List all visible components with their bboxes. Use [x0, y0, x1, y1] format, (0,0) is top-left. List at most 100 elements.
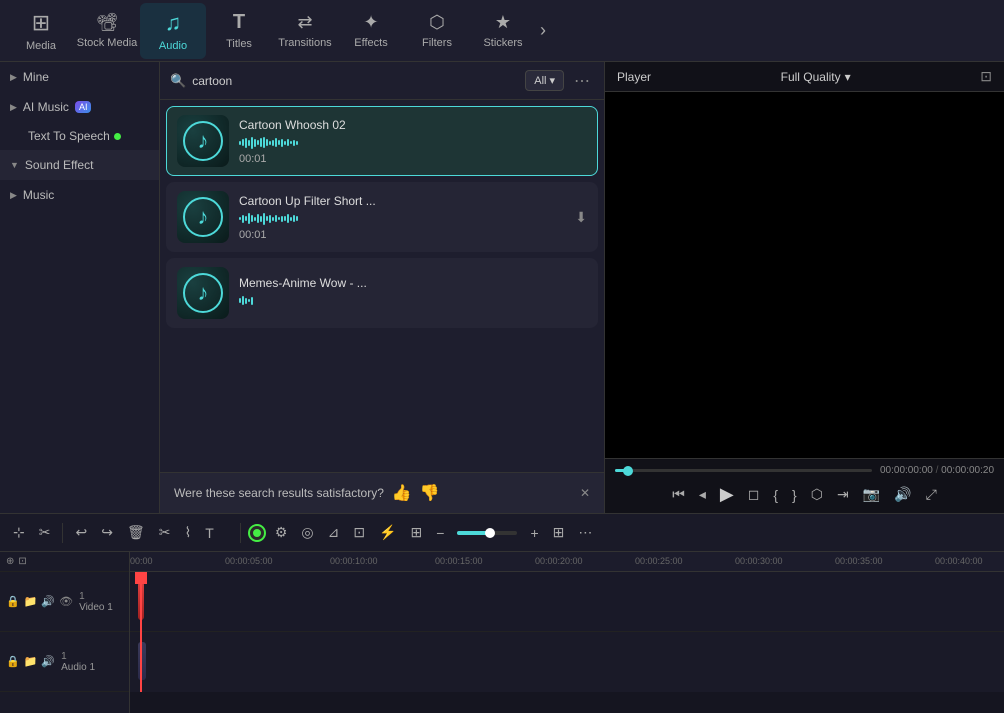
- step-back-button[interactable]: ⏮: [668, 484, 689, 505]
- toolbar-titles[interactable]: T Titles: [206, 3, 272, 59]
- toolbar-stock-media[interactable]: 📽 Stock Media: [74, 3, 140, 59]
- play-button[interactable]: ▶: [716, 482, 738, 507]
- audio-item-cartoon-whoosh[interactable]: Cartoon Whoosh 02 00:01: [166, 106, 598, 176]
- audio-track-label-row: 🔒 📁 🔊 1 Audio 1: [0, 632, 129, 692]
- video-audio-icon[interactable]: 🔊: [41, 595, 55, 608]
- cut-button[interactable]: ✂: [154, 522, 176, 543]
- sidebar-item-ai-music[interactable]: ▶ AI Music AI: [0, 92, 159, 122]
- text-tool-button[interactable]: T: [200, 523, 219, 543]
- timeline-ruler: 00:00 00:00:05:00 00:00:10:00 00:00:15:0…: [130, 552, 1004, 572]
- player-expand-icon[interactable]: ⊡: [980, 68, 992, 85]
- timeline-scrubber[interactable]: [623, 466, 633, 476]
- audio-item-cartoon-up-filter[interactable]: Cartoon Up Filter Short ... 00:01: [166, 182, 598, 252]
- forward-button[interactable]: [223, 531, 233, 535]
- snapshot-button[interactable]: 📷: [859, 484, 884, 505]
- ruler-mark-6: 00:00:30:00: [735, 556, 783, 566]
- sidebar-item-text-to-speech[interactable]: Text To Speech: [0, 122, 159, 150]
- audio-info-1: Cartoon Whoosh 02 00:01: [239, 118, 587, 165]
- speed-button[interactable]: ⚡: [374, 522, 401, 543]
- mark-out-button[interactable]: }: [788, 485, 801, 505]
- audio-waveform-3: [239, 294, 587, 308]
- zoom-in-button[interactable]: +: [525, 523, 543, 543]
- ruler-mark-1: 00:00:05:00: [225, 556, 273, 566]
- toolbar-effects[interactable]: ✦ Effects: [338, 3, 404, 59]
- fullscreen-button[interactable]: ⤢: [922, 484, 941, 505]
- thumbs-up-button[interactable]: 👍: [392, 483, 412, 503]
- more-options-button[interactable]: ⋯: [570, 71, 594, 91]
- quality-select[interactable]: Full Quality ▾: [781, 70, 851, 84]
- timeline-tracks[interactable]: 00:00 00:00:05:00 00:00:10:00 00:00:15:0…: [130, 552, 1004, 713]
- filters-icon: ⬡: [429, 12, 445, 33]
- thumb-ring-1: [183, 121, 223, 161]
- stop-button[interactable]: ◻: [744, 484, 764, 505]
- video-track-num: 1: [79, 591, 113, 602]
- zoom-slider[interactable]: [457, 531, 517, 535]
- record-icon: [253, 529, 261, 537]
- more-timeline-button[interactable]: ⋯: [573, 522, 597, 543]
- frame-back-button[interactable]: ◂: [695, 484, 710, 505]
- redo-button[interactable]: ↪: [96, 522, 118, 543]
- export-button[interactable]: ⬡: [807, 484, 827, 505]
- audio-info-3: Memes-Anime Wow - ...: [239, 276, 587, 311]
- download-icon-2[interactable]: ⬇: [575, 209, 587, 226]
- ruler-mark-8: 00:00:40:00: [935, 556, 983, 566]
- snap-icon[interactable]: ⊡: [18, 556, 26, 567]
- left-panel: ▶ Mine ▶ AI Music AI Text To Speech ▼ So…: [0, 62, 160, 513]
- zoom-thumb: [485, 528, 495, 538]
- thumbs-down-button[interactable]: 👎: [420, 483, 440, 503]
- audio-tool-button[interactable]: ◎: [296, 522, 318, 543]
- group-button[interactable]: ⊞: [406, 522, 428, 543]
- trim-tool-button[interactable]: ✂: [34, 522, 56, 543]
- audio-lock-icon[interactable]: 🔒: [6, 655, 20, 668]
- quality-chevron-icon: ▾: [845, 70, 851, 84]
- audio-folder-icon[interactable]: 📁: [24, 655, 38, 668]
- sidebar-item-sound-effect[interactable]: ▼ Sound Effect: [0, 150, 159, 180]
- timeline-labels: ⊕ ⊡ 🔒 📁 🔊 👁 1 Video 1 🔒 📁 🔊 1 Audi: [0, 552, 130, 713]
- search-input[interactable]: [192, 74, 519, 88]
- toolbar-audio[interactable]: ♫ Audio: [140, 3, 206, 59]
- toolbar-media[interactable]: ⊞ Media: [8, 3, 74, 59]
- volume-button[interactable]: 🔊: [890, 484, 915, 505]
- top-toolbar: ⊞ Media 📽 Stock Media ♫ Audio T Titles ⇄…: [0, 0, 1004, 62]
- detach-audio-button[interactable]: ⊡: [348, 522, 370, 543]
- layout-button[interactable]: ⊞: [548, 522, 570, 543]
- sidebar-item-music[interactable]: ▶ Music: [0, 180, 159, 210]
- zoom-out-button[interactable]: −: [431, 523, 449, 543]
- stock-media-icon: 📽: [96, 12, 119, 33]
- add-track-icon[interactable]: ⊕: [6, 556, 14, 567]
- video-lock-icon[interactable]: 🔒: [6, 595, 20, 608]
- playhead[interactable]: [140, 572, 142, 692]
- split-button[interactable]: ⌇: [179, 522, 196, 543]
- delete-button[interactable]: 🗑: [122, 522, 150, 543]
- audio-volume-icon[interactable]: 🔊: [41, 655, 55, 668]
- sidebar-item-mine[interactable]: ▶ Mine: [0, 62, 159, 92]
- toolbar-stickers[interactable]: ★ Stickers: [470, 3, 536, 59]
- record-button[interactable]: [248, 524, 266, 542]
- ruler-spacer: ⊕ ⊡: [0, 552, 129, 572]
- playhead-head: [135, 572, 147, 584]
- video-folder-icon[interactable]: 📁: [24, 595, 38, 608]
- mark-in-button[interactable]: {: [769, 485, 782, 505]
- toolbar-separator-2: [240, 523, 241, 543]
- video-track-area: [130, 572, 1004, 632]
- toolbar-filters[interactable]: ⬡ Filters: [404, 3, 470, 59]
- timeline-progress-bar[interactable]: [615, 469, 872, 472]
- undo-button[interactable]: ↩: [70, 522, 92, 543]
- filter-all-button[interactable]: All ▾: [525, 70, 564, 91]
- marker-button[interactable]: ⊿: [323, 522, 345, 543]
- audio-waveform-1: [239, 136, 587, 150]
- feedback-close-button[interactable]: ✕: [580, 486, 590, 500]
- audio-item-memes-anime[interactable]: Memes-Anime Wow - ...: [166, 258, 598, 328]
- toolbar-transitions[interactable]: ⇄ Transitions: [272, 3, 338, 59]
- select-tool-button[interactable]: ⊹: [8, 522, 30, 543]
- ruler-mark-2: 00:00:10:00: [330, 556, 378, 566]
- video-eye-icon[interactable]: 👁: [59, 595, 73, 608]
- magic-tool-button[interactable]: ⚙: [270, 522, 293, 543]
- effects-icon: ✦: [363, 12, 378, 33]
- quality-value: Full Quality: [781, 70, 841, 84]
- toolbar-more-chevron[interactable]: ›: [536, 20, 550, 41]
- video-track-label: Video 1: [79, 602, 113, 613]
- track-content-area: [130, 572, 1004, 692]
- player-top-bar: Player Full Quality ▾ ⊡: [605, 62, 1004, 92]
- snap-button[interactable]: ⇥: [833, 484, 853, 505]
